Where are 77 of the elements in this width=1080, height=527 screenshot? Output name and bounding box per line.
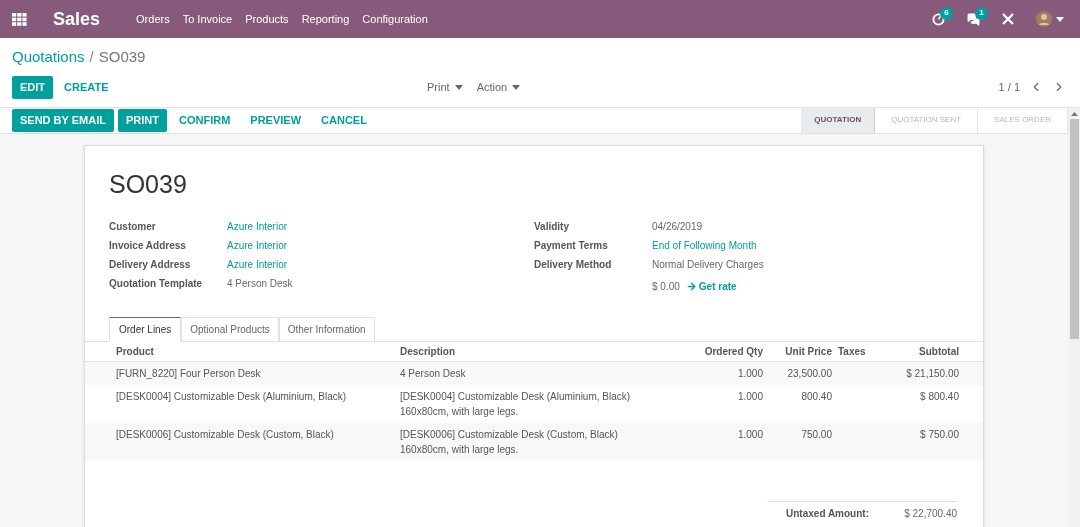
chat-icon[interactable] bbox=[967, 12, 980, 26]
table-cell-text: [DESK0004] Customizable Desk (Aluminium, Black) bbox=[116, 389, 348, 404]
table-cell-text: 1.000 bbox=[736, 427, 763, 442]
scroll-up-icon[interactable] bbox=[1070, 111, 1078, 116]
table-cell-text: 23,500.00 bbox=[786, 366, 832, 381]
field-link[interactable]: End of Following Month bbox=[652, 238, 757, 252]
menu-item[interactable]: Configuration bbox=[362, 10, 428, 28]
table-cell-text: 1.000 bbox=[736, 366, 763, 381]
table-cell-text: $ 750.00 bbox=[919, 427, 959, 442]
column-header: Subtotal bbox=[918, 344, 959, 359]
dropdown-button[interactable]: Action bbox=[476, 78, 521, 96]
total-value: $ 22,700.40 bbox=[904, 506, 957, 520]
link-button[interactable]: CREATE bbox=[56, 75, 117, 99]
table-cell-text: $ 21,150.00 bbox=[905, 366, 959, 381]
arrow-right-icon bbox=[685, 280, 697, 292]
table-cell-text: [FURN_8220] Four Person Desk bbox=[116, 366, 262, 381]
app-title: Sales bbox=[53, 7, 101, 31]
column-header: Description bbox=[400, 344, 456, 359]
table-cell-text: [DESK0006] Customizable Desk (Custom, Black) 160x80cm, with large legs. bbox=[400, 427, 619, 457]
column-header: Taxes bbox=[837, 344, 867, 359]
scrollbar-thumb[interactable] bbox=[1069, 118, 1079, 339]
caret-icon bbox=[454, 84, 463, 90]
breadcrumb-link[interactable]: Quotations bbox=[12, 46, 85, 69]
scrollbar[interactable] bbox=[1068, 107, 1080, 527]
link-button[interactable]: CONFIRM bbox=[171, 108, 239, 132]
apps-grid-icon[interactable] bbox=[12, 12, 27, 26]
tab[interactable]: Other Information bbox=[278, 316, 375, 342]
field-value: Normal Delivery Charges bbox=[652, 257, 764, 271]
menu-item[interactable]: Orders bbox=[136, 10, 170, 28]
count-badge: 6 bbox=[940, 6, 953, 20]
field-label: Delivery Address bbox=[109, 257, 192, 271]
field-label: Payment Terms bbox=[534, 238, 609, 252]
link-button[interactable]: PREVIEW bbox=[242, 108, 310, 132]
column-header: Ordered Qty bbox=[703, 344, 763, 359]
table-cell-text: [DESK0004] Customizable Desk (Aluminium, Black) 160x80cm, with large legs. bbox=[400, 389, 632, 419]
link-button[interactable]: CANCEL bbox=[313, 108, 375, 132]
menu-item[interactable]: Products bbox=[245, 10, 289, 28]
count-badge: 1 bbox=[975, 6, 988, 20]
field-label: Customer bbox=[109, 219, 157, 233]
user-avatar[interactable] bbox=[1036, 11, 1052, 27]
field-value: 4 Person Desk bbox=[227, 276, 293, 290]
form-title: SO039 bbox=[109, 168, 188, 199]
primary-button[interactable]: EDIT bbox=[12, 75, 54, 99]
get-rate-link[interactable]: Get rate bbox=[685, 279, 737, 293]
table-cell-text: $ 800.40 bbox=[919, 389, 959, 404]
breadcrumb-separator: / bbox=[89, 47, 94, 67]
primary-button[interactable]: SEND BY EMAIL bbox=[12, 108, 114, 132]
tab[interactable]: Optional Products bbox=[181, 316, 279, 342]
status-stage[interactable]: QUOTATION SENT bbox=[875, 107, 979, 133]
field-label: Quotation Template bbox=[109, 276, 204, 290]
table-cell-text: [DESK0006] Customizable Desk (Custom, Black) bbox=[116, 427, 335, 442]
caret-icon bbox=[1056, 16, 1064, 22]
pager-value: 1 / 1 bbox=[998, 79, 1020, 95]
field-label: Invoice Address bbox=[109, 238, 187, 252]
field-label: Delivery Method bbox=[534, 257, 613, 271]
field-value: 04/26/2019 bbox=[652, 219, 703, 233]
table-cell-text: 750.00 bbox=[800, 427, 832, 442]
status-stage[interactable]: QUOTATION bbox=[801, 107, 876, 133]
field-link[interactable]: Azure Interior bbox=[227, 219, 288, 233]
table-cell-text: 4 Person Desk bbox=[400, 366, 467, 381]
column-header: Product bbox=[116, 344, 155, 359]
field-link[interactable]: Azure Interior bbox=[227, 238, 288, 252]
delivery-amount: $ 0.00 bbox=[652, 279, 680, 293]
breadcrumb-current: SO039 bbox=[98, 47, 146, 67]
table-cell-text: 1.000 bbox=[736, 389, 763, 404]
primary-button[interactable]: PRINT bbox=[118, 108, 167, 132]
tab[interactable]: Order Lines bbox=[109, 316, 182, 342]
menu-item[interactable]: To Invoice bbox=[182, 10, 233, 28]
clock-icon[interactable] bbox=[932, 12, 945, 26]
field-link[interactable]: Azure Interior bbox=[227, 257, 288, 271]
caret-icon bbox=[512, 84, 521, 90]
menu-item[interactable]: Reporting bbox=[301, 10, 350, 28]
dropdown-button[interactable]: Print bbox=[427, 78, 463, 96]
total-label: Untaxed Amount: bbox=[785, 506, 869, 520]
table-cell-text: 800.40 bbox=[800, 389, 832, 404]
field-label: Validity bbox=[534, 219, 570, 233]
column-header: Unit Price bbox=[784, 344, 832, 359]
